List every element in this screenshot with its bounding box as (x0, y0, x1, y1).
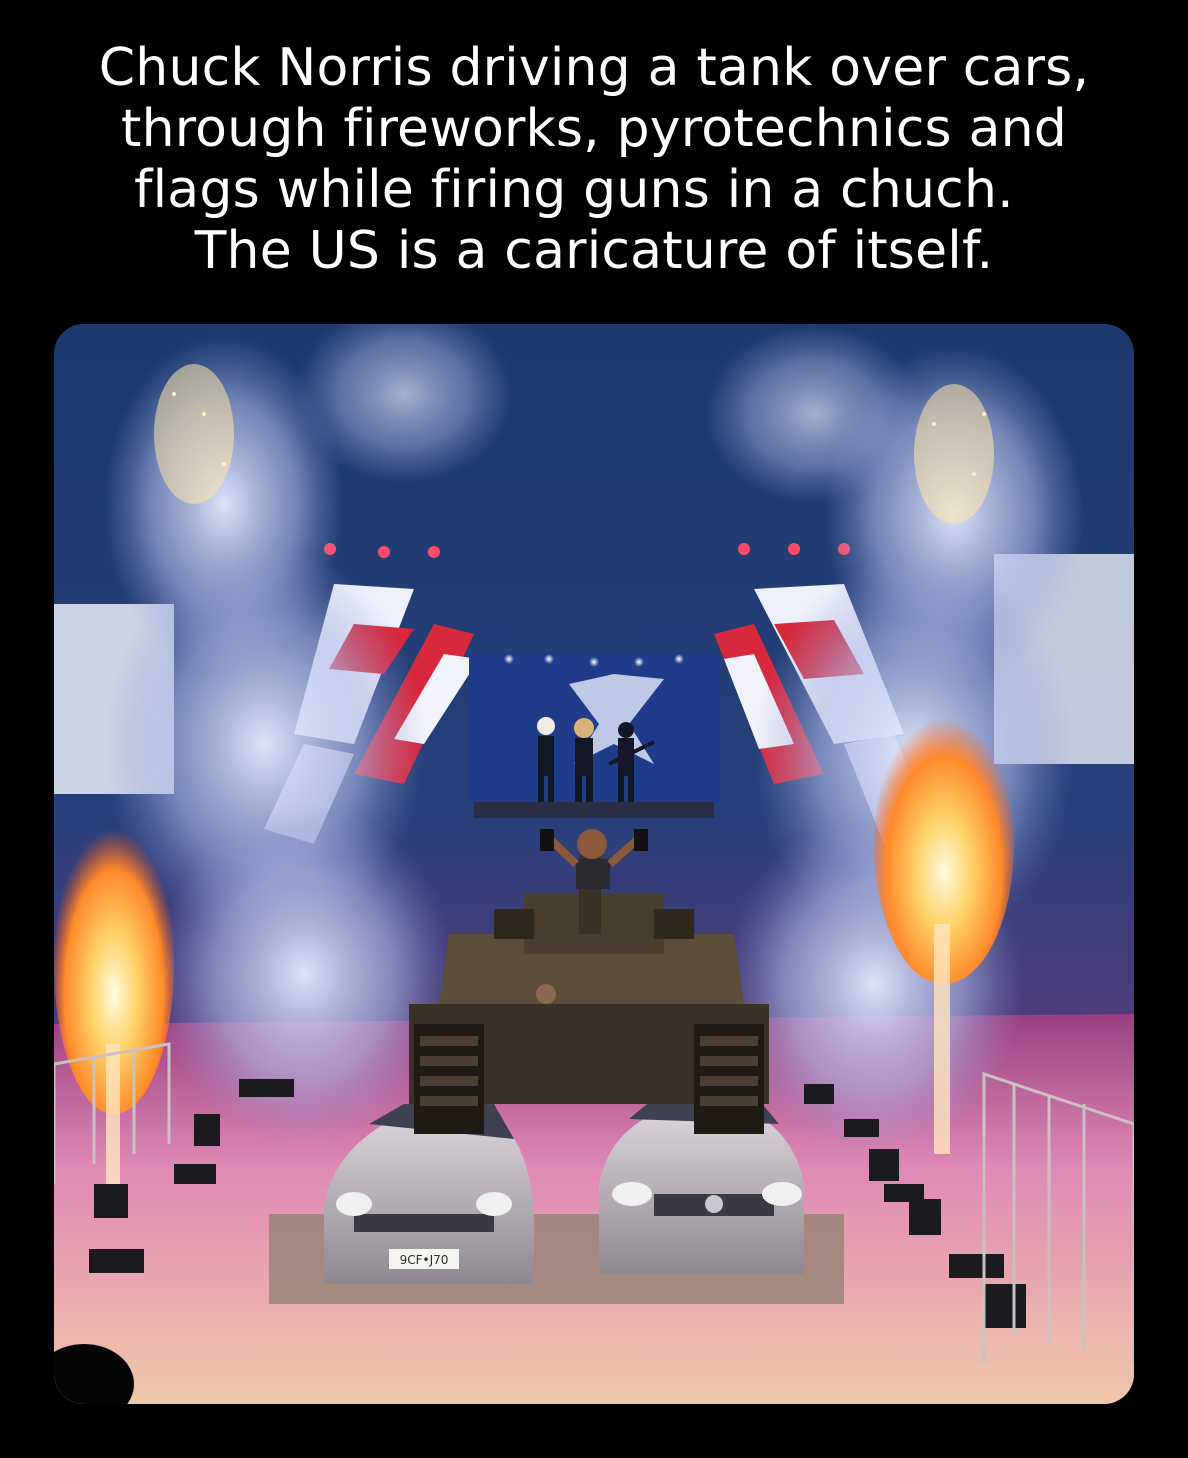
stage-platform (474, 802, 714, 818)
license-plate: 9CF•J70 (400, 1253, 449, 1267)
caption-line-3: flags while firing guns in a chuch. (134, 160, 1014, 220)
caption-line-4: The US is a caricature of itself. (194, 221, 994, 281)
meme-caption: Chuck Norris driving a tank over cars, t… (0, 38, 1188, 282)
caption-line-2: through fireworks, pyrotechnics and (120, 99, 1068, 159)
center-stage-screen (469, 654, 719, 804)
concert-photo: 9CF•J70 (54, 324, 1134, 1404)
caption-line-1: Chuck Norris driving a tank over cars, (98, 38, 1090, 98)
